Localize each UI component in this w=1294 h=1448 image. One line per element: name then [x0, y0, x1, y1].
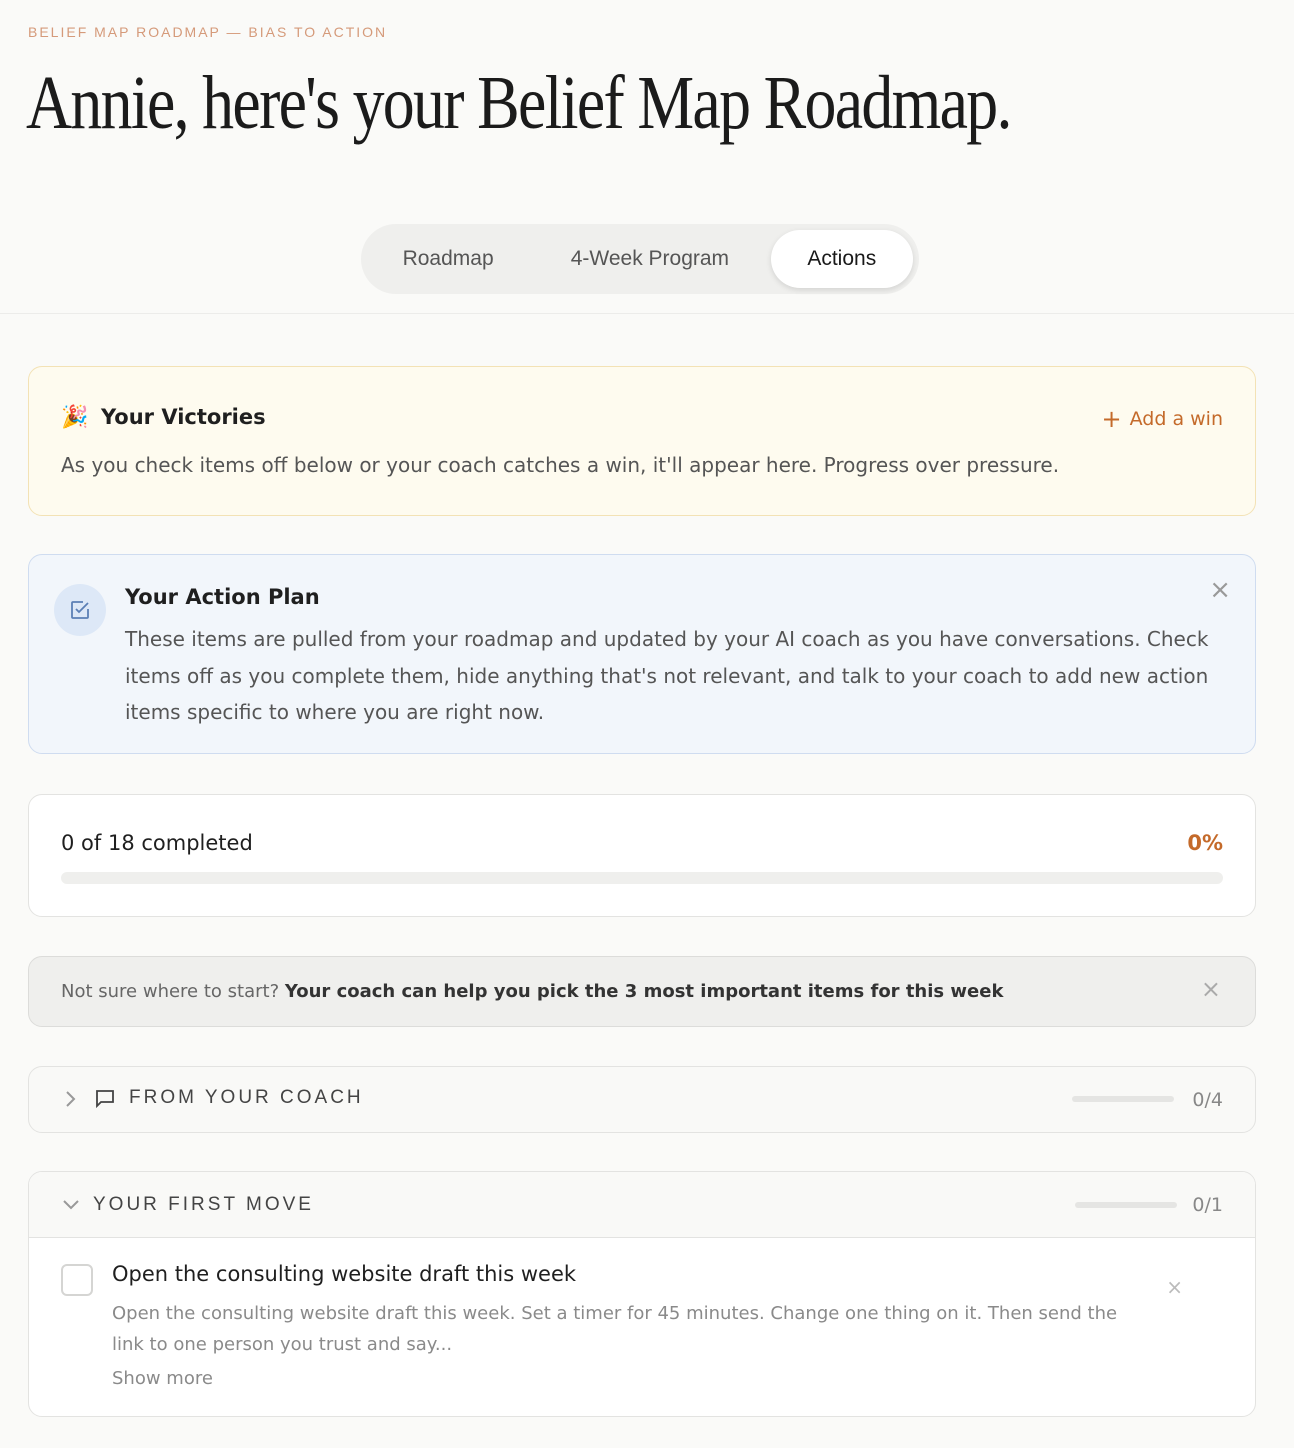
tab-roadmap[interactable]: Roadmap [367, 230, 529, 288]
victories-title: Your Victories [101, 405, 266, 429]
view-tabs: Roadmap 4-Week Program Actions [361, 224, 919, 294]
progress-percent: 0% [1187, 831, 1223, 855]
item-title: Open the consulting website draft this w… [112, 1262, 577, 1286]
action-plan-description: These items are pulled from your roadmap… [125, 627, 1209, 724]
checkbox-icon [54, 584, 106, 636]
section-your-first-move: YOUR FIRST MOVE 0/1 Open the consulting … [28, 1171, 1256, 1417]
add-win-button[interactable]: + Add a win [1102, 405, 1223, 433]
section-count: 0/4 [1192, 1089, 1223, 1111]
page-eyebrow: BELIEF MAP ROADMAP — BIAS TO ACTION [28, 24, 388, 40]
progress-label: 0 of 18 completed [61, 831, 253, 855]
close-icon[interactable]: × [1166, 1275, 1183, 1299]
add-win-label: Add a win [1129, 408, 1223, 430]
message-icon [93, 1087, 117, 1116]
close-icon[interactable]: × [1201, 975, 1221, 1003]
party-popper-icon: 🎉 [61, 405, 89, 430]
section-title: YOUR FIRST MOVE [93, 1194, 314, 1215]
action-plan-title: Your Action Plan [125, 585, 320, 609]
victories-description: As you check items off below or your coa… [61, 453, 1060, 477]
chevron-down-icon[interactable] [61, 1192, 81, 1221]
section-header[interactable]: YOUR FIRST MOVE 0/1 [29, 1172, 1255, 1238]
victories-card: 🎉 Your Victories + Add a win As you check… [28, 366, 1256, 516]
item-description: Open the consulting website draft this w… [112, 1303, 1118, 1355]
hint-lead: Not sure where to start? [61, 981, 280, 1002]
plus-icon: + [1101, 405, 1122, 433]
tab-actions[interactable]: Actions [770, 230, 913, 288]
page-title: Annie, here's your Belief Map Roadmap. [26, 61, 1012, 145]
item-checkbox[interactable] [61, 1264, 93, 1296]
progress-card: 0 of 18 completed 0% [28, 794, 1256, 917]
show-more-link[interactable]: Show more [112, 1368, 213, 1389]
page-header: BELIEF MAP ROADMAP — BIAS TO ACTION Anni… [0, 0, 1294, 314]
action-plan-card: Your Action Plan These items are pulled … [28, 554, 1256, 754]
section-progress-bar [1072, 1096, 1174, 1102]
close-icon[interactable]: × [1209, 575, 1231, 605]
hint-text: Not sure where to start? Your coach can … [61, 981, 1003, 1002]
coach-hint-banner: Not sure where to start? Your coach can … [28, 956, 1256, 1027]
section-from-your-coach[interactable]: FROM YOUR COACH 0/4 [28, 1066, 1256, 1133]
hint-cta-link[interactable]: Your coach can help you pick the 3 most … [285, 981, 1004, 1002]
section-title: FROM YOUR COACH [129, 1087, 364, 1108]
progress-bar [61, 872, 1223, 884]
tab-4-week-program[interactable]: 4-Week Program [529, 230, 770, 288]
section-progress-bar [1075, 1202, 1177, 1208]
section-count: 0/1 [1192, 1194, 1223, 1216]
chevron-right-icon[interactable] [63, 1087, 77, 1116]
